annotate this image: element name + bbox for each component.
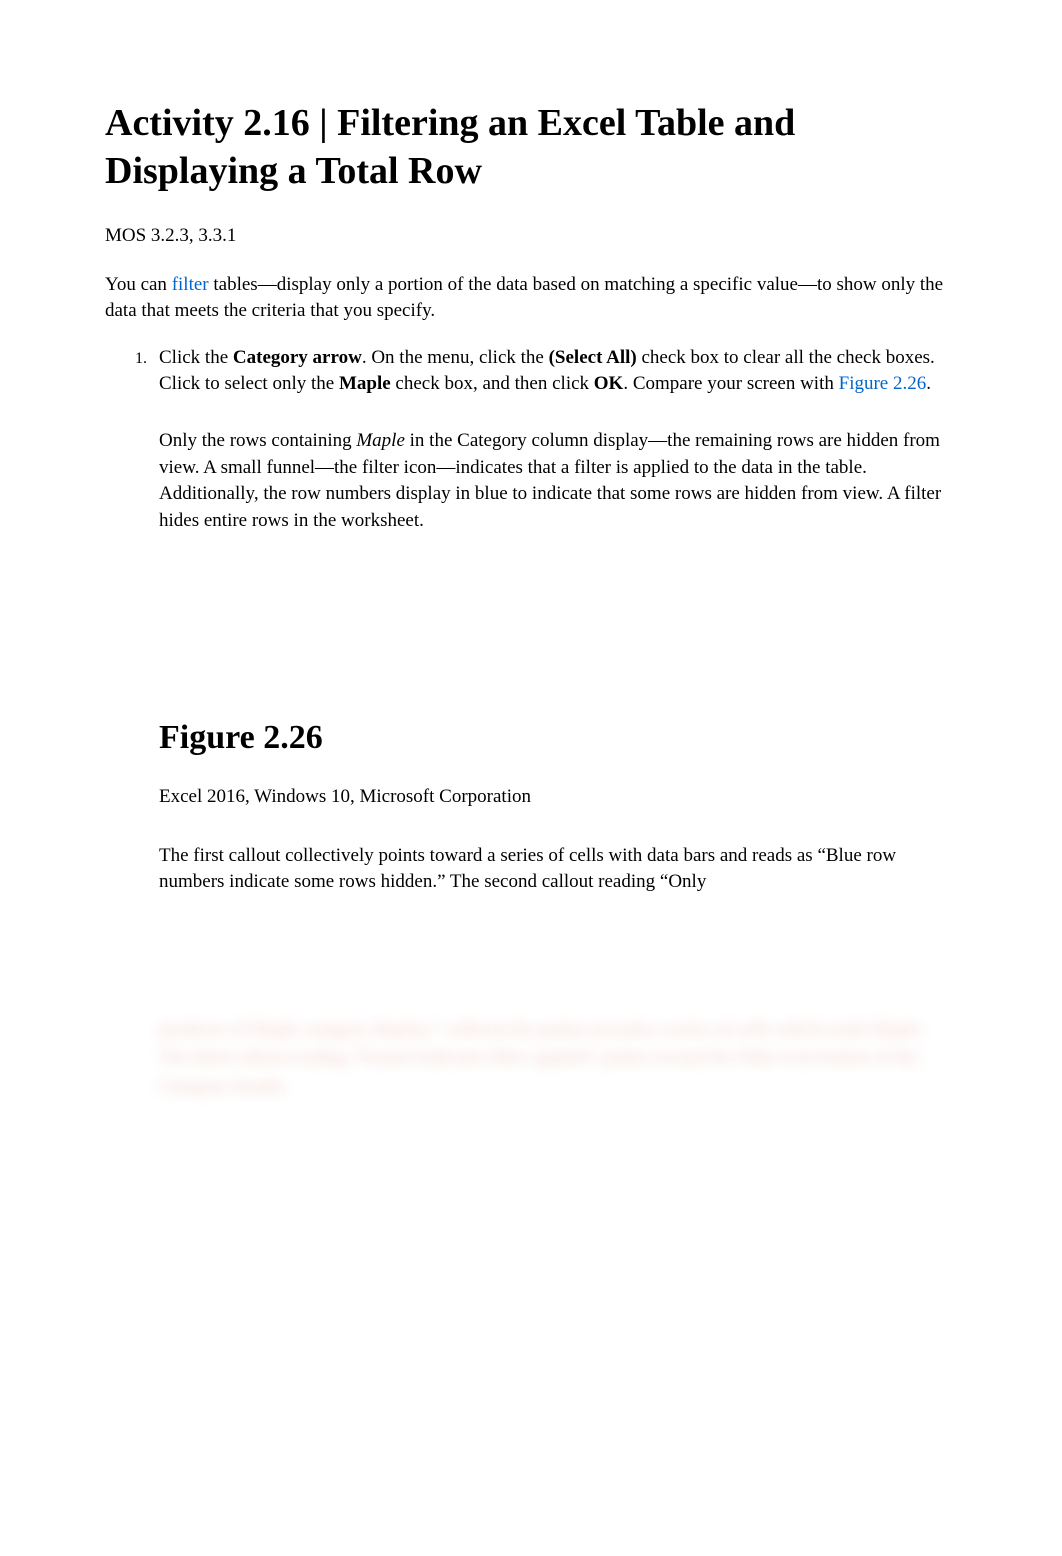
intro-suffix: tables—display only a portion of the dat… bbox=[105, 274, 943, 322]
step-text: . Compare your screen with bbox=[623, 373, 838, 394]
step-text: . bbox=[926, 373, 931, 394]
figure-caption: Excel 2016, Windows 10, Microsoft Corpor… bbox=[159, 784, 957, 811]
step-text: Click the bbox=[159, 347, 233, 368]
intro-paragraph: You can filter tables—display only a por… bbox=[105, 272, 957, 325]
step-text: . On the menu, click the bbox=[362, 347, 549, 368]
step-bold-selectall: (Select All) bbox=[549, 347, 637, 368]
step-bold-maple: Maple bbox=[339, 373, 391, 394]
step-item: Click the Category arrow. On the menu, c… bbox=[159, 345, 957, 1101]
mos-reference: MOS 3.2.3, 3.3.1 bbox=[105, 223, 957, 250]
result-paragraph: Only the rows containing Maple in the Ca… bbox=[159, 428, 957, 534]
step-bold-ok: OK bbox=[594, 373, 624, 394]
step-text: check box, and then click bbox=[391, 373, 594, 394]
intro-prefix: You can bbox=[105, 274, 172, 295]
figure-link[interactable]: Figure 2.26 bbox=[839, 373, 927, 394]
step-body: Click the Category arrow. On the menu, c… bbox=[159, 345, 957, 398]
result-text: Only the rows containing bbox=[159, 430, 356, 451]
figure-title: Figure 2.26 bbox=[159, 714, 957, 762]
figure-section: Figure 2.26 Excel 2016, Windows 10, Micr… bbox=[159, 714, 957, 1101]
step-bold-category: Category arrow bbox=[233, 347, 362, 368]
page-title: Activity 2.16 | Filtering an Excel Table… bbox=[105, 100, 957, 195]
figure-description: The first callout collectively points to… bbox=[159, 843, 957, 896]
filter-link[interactable]: filter bbox=[172, 274, 209, 295]
step-list: Click the Category arrow. On the menu, c… bbox=[105, 345, 957, 1101]
result-italic-maple: Maple bbox=[356, 430, 405, 451]
blurred-content: products of Maple category display,” col… bbox=[159, 1016, 957, 1102]
